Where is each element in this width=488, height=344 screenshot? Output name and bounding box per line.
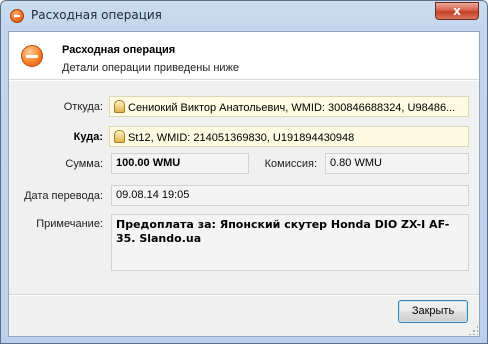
from-field[interactable]: Сениокий Виктор Анатольевич, WMID: 30084… <box>109 96 469 117</box>
to-field[interactable]: St12, WMID: 214051369830, U191894430948 <box>109 126 469 147</box>
date-field[interactable]: 09.08.14 19:05 <box>111 185 469 206</box>
dialog-window: Расходная операция x Расходная операция … <box>0 0 488 344</box>
amount-field[interactable]: 100.00 WMU <box>111 153 249 174</box>
fee-field[interactable]: 0.80 WMU <box>325 153 469 174</box>
to-value: St12, WMID: 214051369830, U191894430948 <box>128 132 355 144</box>
from-value: Сениокий Виктор Анатольевич, WMID: 30084… <box>128 102 456 114</box>
header-subtitle: Детали операции приведены ниже <box>62 62 240 74</box>
wallet-icon <box>114 100 125 113</box>
from-label: Откуда: <box>63 101 103 113</box>
header-title: Расходная операция <box>62 44 176 56</box>
resize-grip[interactable] <box>468 325 478 335</box>
amount-label: Сумма: <box>65 158 103 170</box>
wallet-icon <box>114 130 125 143</box>
window-title: Расходная операция <box>31 8 162 22</box>
fee-label: Комиссия: <box>264 158 317 170</box>
date-label: Дата перевода: <box>24 190 103 202</box>
window-close-button[interactable]: x <box>435 2 479 20</box>
note-label: Примечание: <box>36 218 103 230</box>
header-panel: Расходная операция Детали операции приве… <box>9 32 479 81</box>
close-button[interactable]: Закрыть <box>398 300 468 323</box>
title-bar[interactable]: Расходная операция x <box>1 1 487 31</box>
note-field[interactable]: Предоплата за: Японский скутер Honda DIO… <box>111 214 469 271</box>
footer-separator <box>9 294 479 296</box>
minus-circle-icon <box>10 9 24 23</box>
to-label: Куда: <box>73 131 103 143</box>
minus-circle-icon <box>21 45 43 67</box>
dialog-body: Расходная операция Детали операции приве… <box>8 31 480 337</box>
